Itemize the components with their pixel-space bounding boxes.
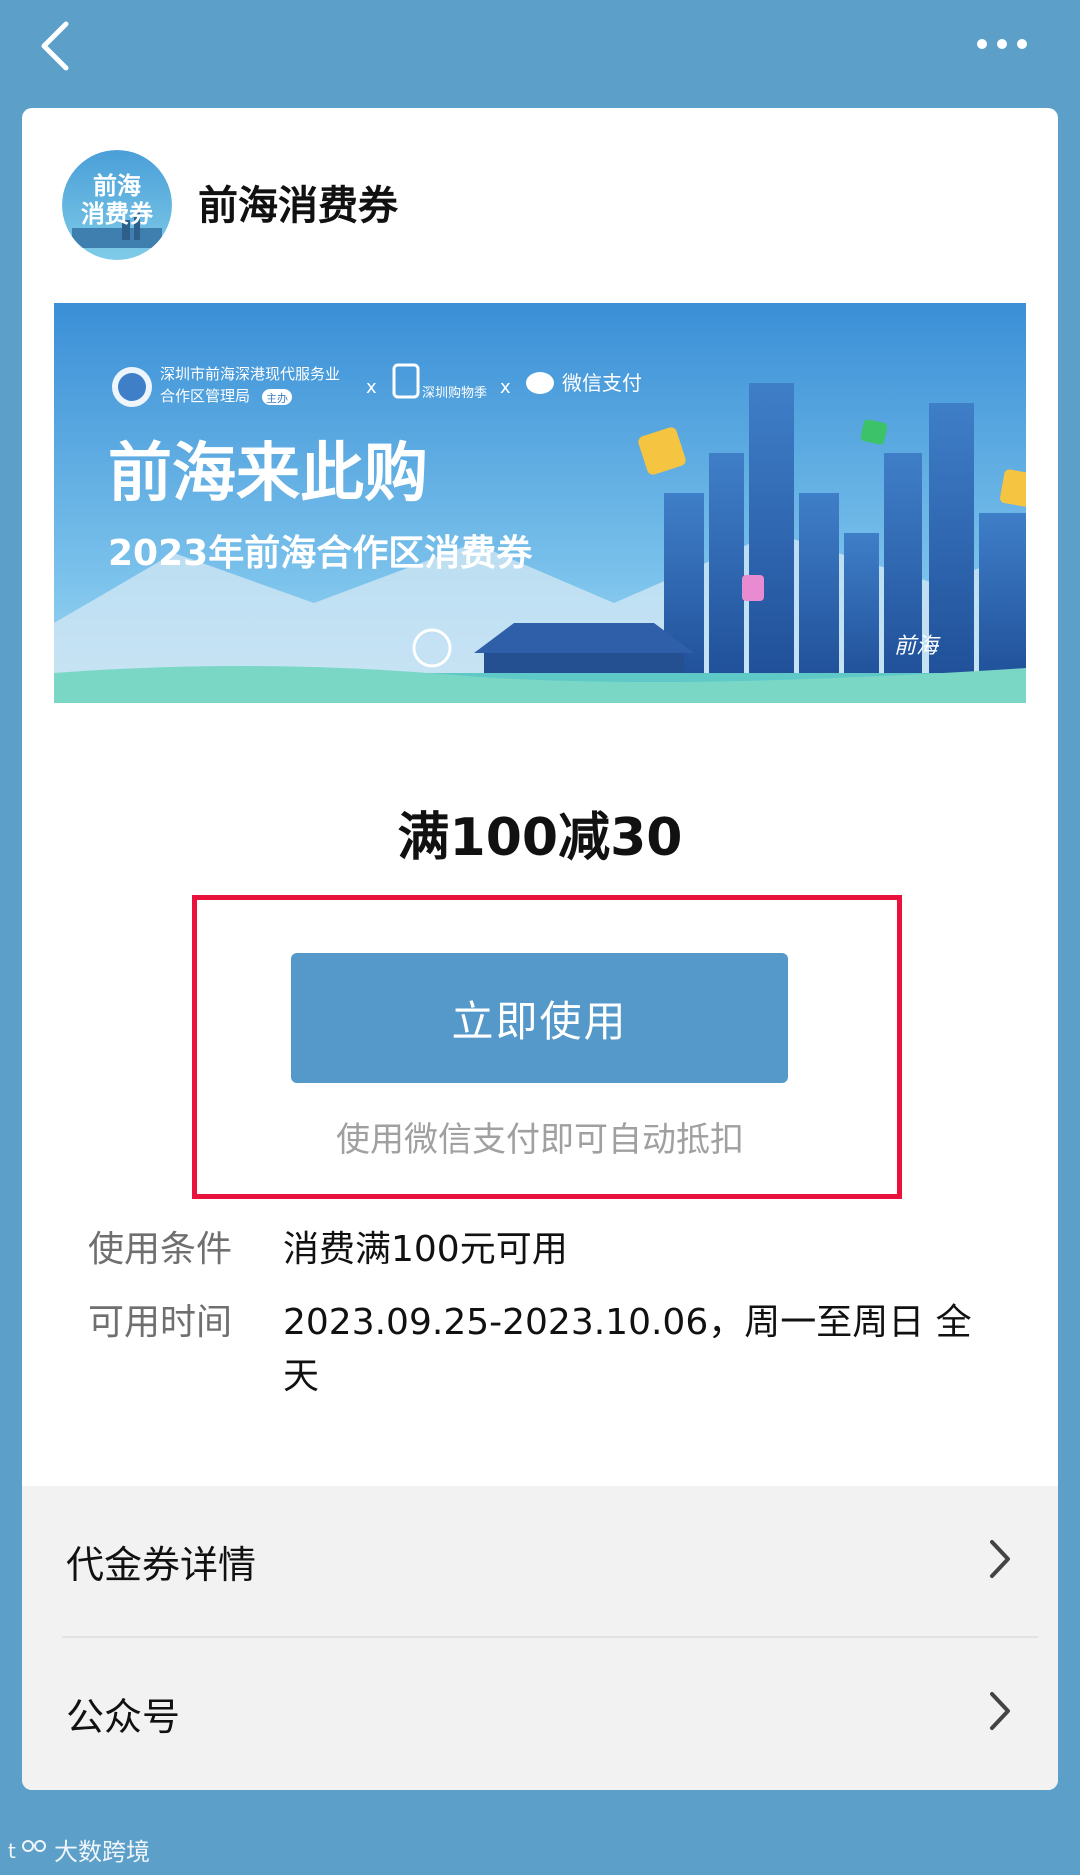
coupon-logo: 前海 消费券: [62, 150, 172, 260]
svg-text:消费券: 消费券: [81, 200, 154, 228]
svg-text:深圳购物季: 深圳购物季: [422, 385, 487, 401]
more-dots-icon: [977, 39, 1027, 49]
time-value: 2023.09.25-2023.10.06，周一至周日 全天: [283, 1302, 972, 1397]
row-divider: [62, 1636, 1038, 1638]
svg-text:x: x: [500, 377, 511, 398]
watermark: t 大数跨境: [8, 1832, 150, 1867]
svg-text:微信支付: 微信支付: [562, 371, 642, 395]
svg-text:合作区管理局: 合作区管理局: [160, 387, 250, 405]
promo-banner: 深圳市前海深港现代服务业 合作区管理局 主办 x 深圳购物季 x 微信支付 前海…: [54, 303, 1026, 703]
coupon-card: 前海 消费券 前海消费券 深圳市前海深港现代服务业 合作区管理局 主办 x 深圳…: [22, 108, 1058, 1790]
chevron-right-icon: [990, 1540, 1010, 1578]
svg-text:深圳市前海深港现代服务业: 深圳市前海深港现代服务业: [160, 365, 340, 383]
condition-label: 使用条件: [88, 1229, 233, 1270]
back-button[interactable]: [36, 18, 76, 74]
official-account-label: 公众号: [66, 1695, 181, 1739]
svg-text:x: x: [366, 377, 377, 398]
condition-value: 消费满100元可用: [283, 1229, 568, 1270]
svg-text:主办: 主办: [266, 392, 288, 405]
payment-hint: 使用微信支付即可自动抵扣: [336, 1120, 744, 1160]
watermark-text: 大数跨境: [54, 1838, 150, 1866]
top-nav-bar: [0, 0, 1080, 100]
voucher-details-label: 代金券详情: [66, 1543, 257, 1587]
use-now-button[interactable]: 立即使用: [291, 953, 788, 1083]
chevron-right-icon: [990, 1692, 1010, 1730]
links-section: 代金券详情 公众号: [22, 1486, 1058, 1790]
watermark-logo-icon: t: [8, 1839, 46, 1862]
official-account-row[interactable]: 公众号: [22, 1638, 1058, 1788]
svg-text:t: t: [8, 1839, 16, 1862]
more-button[interactable]: [972, 32, 1032, 56]
svg-text:前海: 前海: [93, 172, 141, 200]
svg-text:前海: 前海: [894, 634, 941, 659]
voucher-details-row[interactable]: 代金券详情: [22, 1486, 1058, 1636]
coupon-amount: 满100减30: [397, 808, 683, 868]
time-label: 可用时间: [88, 1302, 233, 1343]
svg-text:2023年前海合作区消费券: 2023年前海合作区消费券: [108, 533, 533, 574]
chevron-left-icon: [41, 21, 69, 71]
coupon-title: 前海消费券: [198, 183, 398, 229]
svg-text:前海来此购: 前海来此购: [108, 437, 428, 511]
